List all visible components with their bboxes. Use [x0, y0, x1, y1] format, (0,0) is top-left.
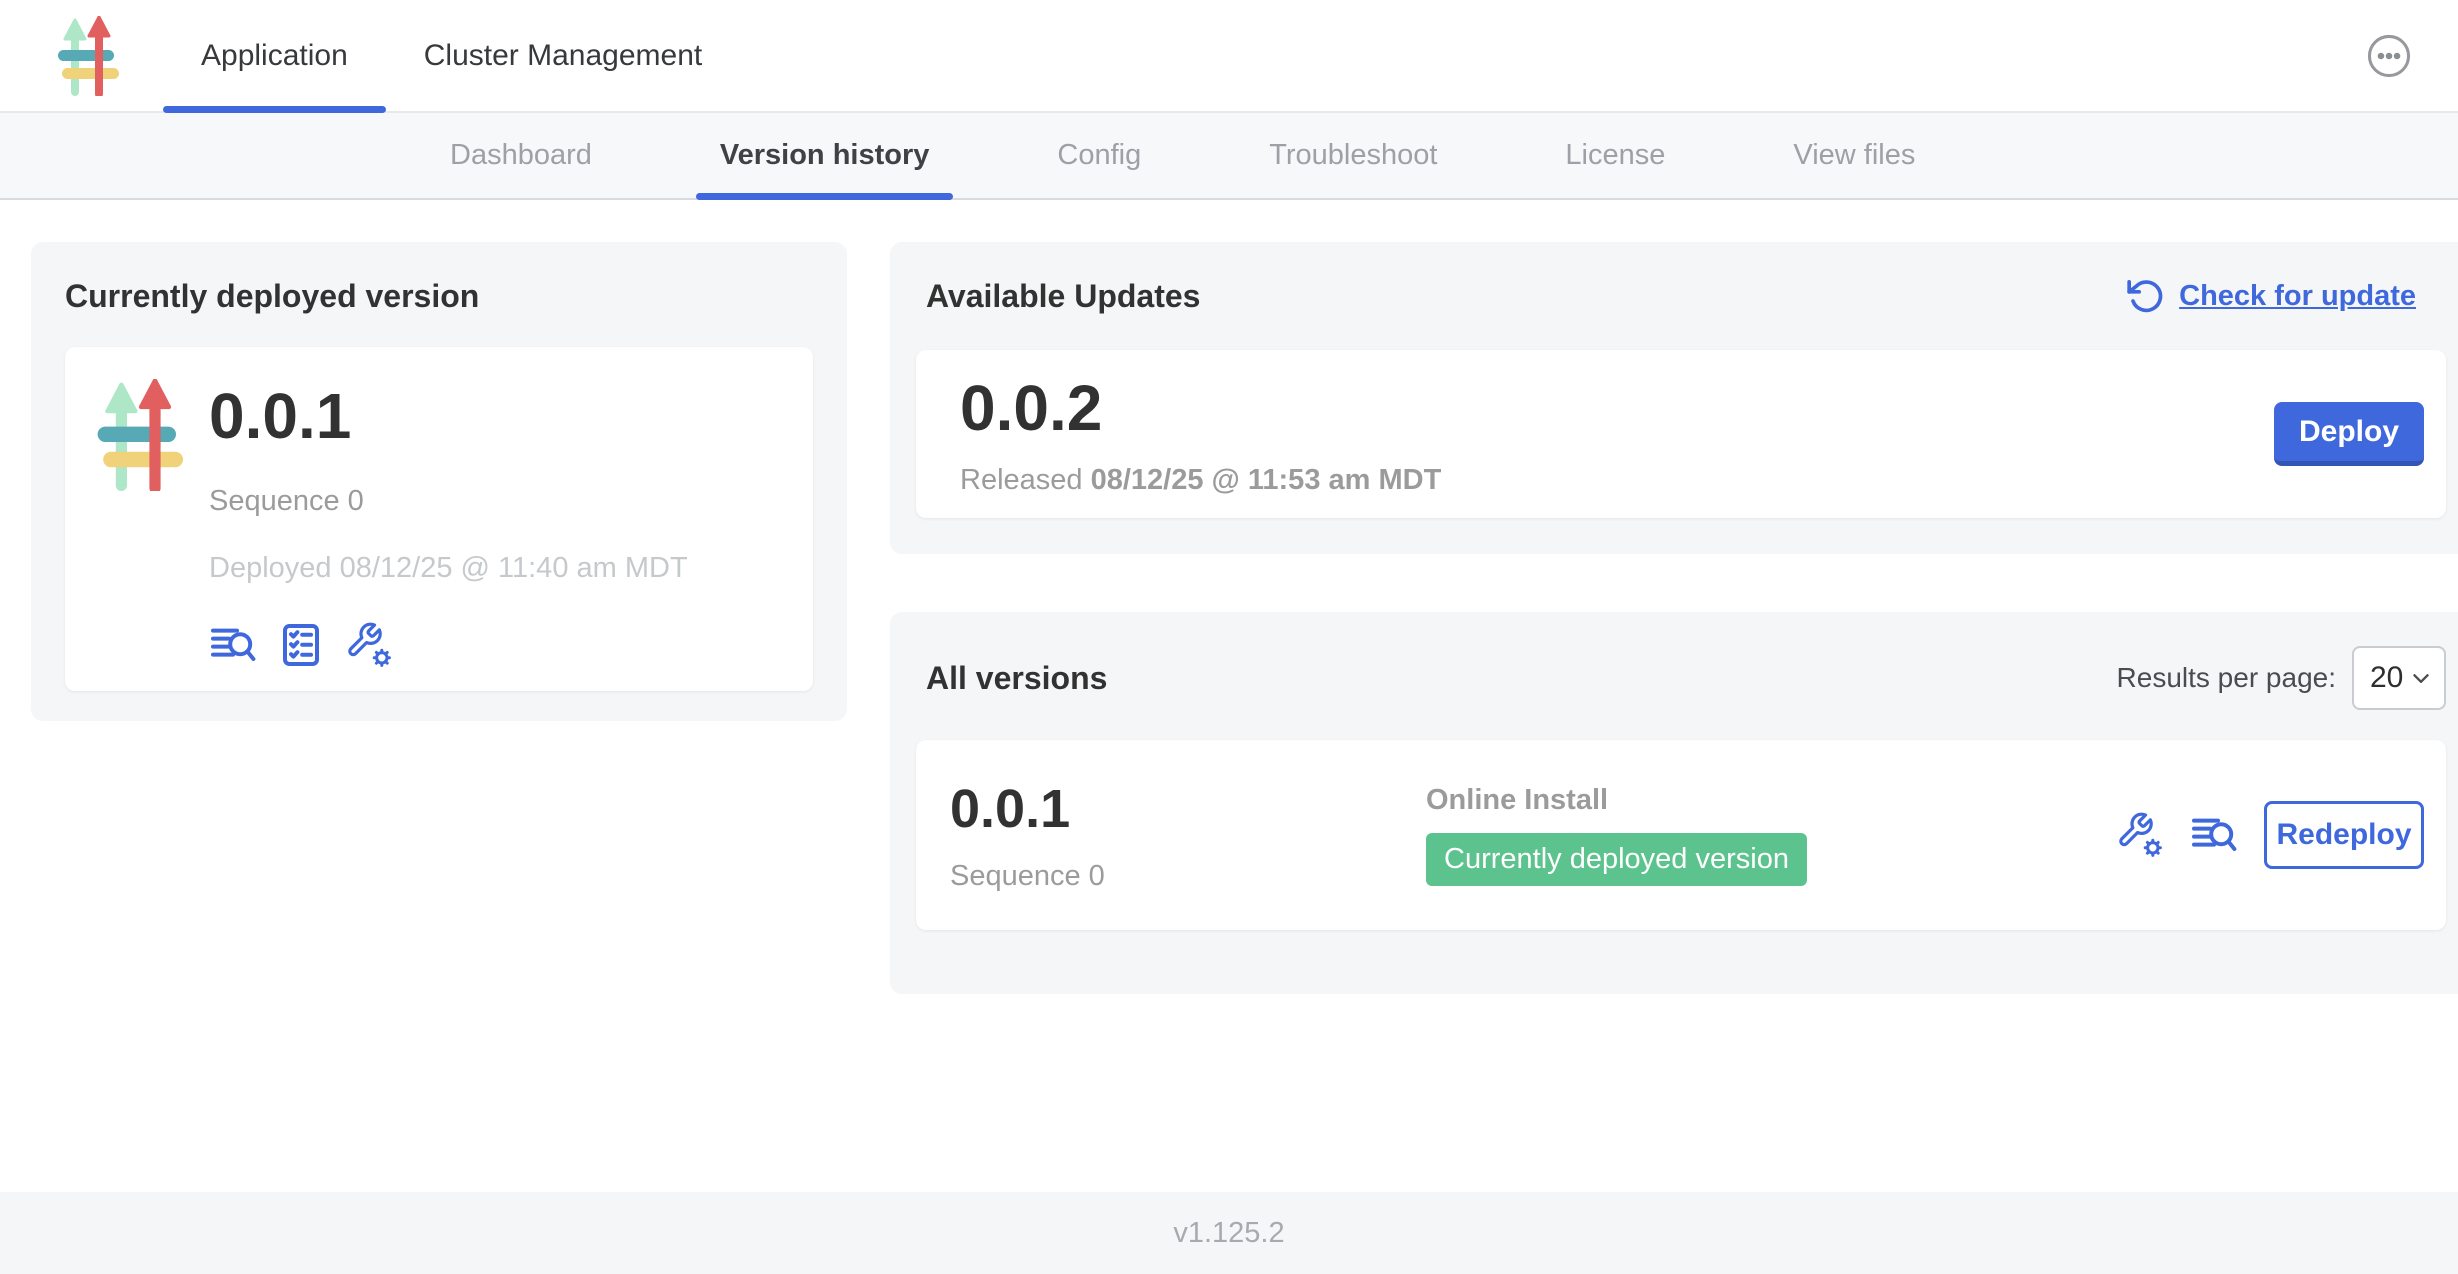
subnav-item-troubleshoot[interactable]: Troubleshoot: [1245, 113, 1461, 198]
topbar-spacer: [740, 0, 2366, 111]
ellipsis-menu-icon[interactable]: [2366, 33, 2412, 79]
currently-deployed-badge: Currently deployed version: [1426, 833, 1807, 886]
version-row: 0.0.1 Sequence 0 Online Install Currentl…: [916, 740, 2446, 930]
refresh-icon: [2125, 276, 2165, 316]
available-updates-panel: Available Updates Check for update 0.0.2: [890, 242, 2458, 554]
top-bar: Application Cluster Management: [0, 0, 2458, 113]
check-for-update-link[interactable]: Check for update: [2125, 276, 2416, 316]
primary-nav: Application Cluster Management: [163, 0, 740, 111]
app-subnav: Dashboard Version history Config Trouble…: [0, 113, 2458, 200]
check-for-update-label: Check for update: [2179, 280, 2416, 313]
subnav-item-license[interactable]: License: [1541, 113, 1689, 198]
currently-deployed-panel: Currently deployed version 0.0.1 Sequenc…: [31, 242, 847, 721]
release-notes-icon[interactable]: [2190, 811, 2238, 859]
available-updates-title: Available Updates: [926, 278, 1200, 315]
currently-deployed-card: 0.0.1 Sequence 0 Deployed 08/12/25 @ 11:…: [65, 347, 813, 691]
right-column: Available Updates Check for update 0.0.2: [890, 242, 2458, 994]
release-notes-icon[interactable]: [209, 621, 257, 669]
footer: v1.125.2: [0, 1192, 2458, 1274]
results-per-page: Results per page: 20: [2117, 646, 2446, 710]
released-timestamp: 08/12/25 @ 11:53 am MDT: [1091, 464, 1442, 496]
available-update-row: 0.0.2 Released 08/12/25 @ 11:53 am MDT D…: [916, 350, 2446, 518]
subnav-item-config[interactable]: Config: [1033, 113, 1165, 198]
config-icon[interactable]: [345, 621, 393, 669]
subnav-item-dashboard[interactable]: Dashboard: [426, 113, 616, 198]
released-label: Released: [960, 464, 1083, 496]
all-versions-title: All versions: [926, 660, 1107, 697]
deploy-button[interactable]: Deploy: [2274, 402, 2424, 466]
install-type-label: Online Install: [1426, 784, 1807, 817]
deployed-sequence: Sequence 0: [209, 485, 688, 518]
row-actions: Redeploy: [2116, 801, 2424, 869]
subnav-item-view-files[interactable]: View files: [1769, 113, 1939, 198]
deployed-version-number: 0.0.1: [209, 381, 688, 451]
console-version-label: v1.125.2: [1173, 1217, 1284, 1250]
results-per-page-label: Results per page:: [2117, 662, 2336, 694]
results-per-page-value: 20: [2370, 661, 2403, 695]
deployed-action-icons: [209, 621, 688, 669]
tab-application[interactable]: Application: [163, 0, 386, 111]
app-logo-icon: [57, 16, 121, 96]
update-released-line: Released 08/12/25 @ 11:53 am MDT: [960, 464, 1441, 497]
chevron-down-icon: [2408, 665, 2434, 691]
app-logo-icon: [95, 379, 187, 491]
all-versions-panel: All versions Results per page: 20: [890, 612, 2458, 994]
preflight-checks-icon[interactable]: [277, 621, 325, 669]
row-sequence: Sequence 0: [950, 860, 1426, 893]
subnav-item-version-history[interactable]: Version history: [696, 113, 954, 198]
currently-deployed-title: Currently deployed version: [65, 278, 813, 315]
redeploy-button[interactable]: Redeploy: [2264, 801, 2424, 869]
main-content: Currently deployed version 0.0.1 Sequenc…: [0, 200, 2458, 1192]
results-per-page-select[interactable]: 20: [2352, 646, 2446, 710]
config-icon[interactable]: [2116, 811, 2164, 859]
row-version-number: 0.0.1: [950, 778, 1426, 840]
update-version-number: 0.0.2: [960, 373, 1441, 443]
tab-cluster-management[interactable]: Cluster Management: [386, 0, 740, 111]
deployed-timestamp: Deployed 08/12/25 @ 11:40 am MDT: [209, 552, 688, 585]
